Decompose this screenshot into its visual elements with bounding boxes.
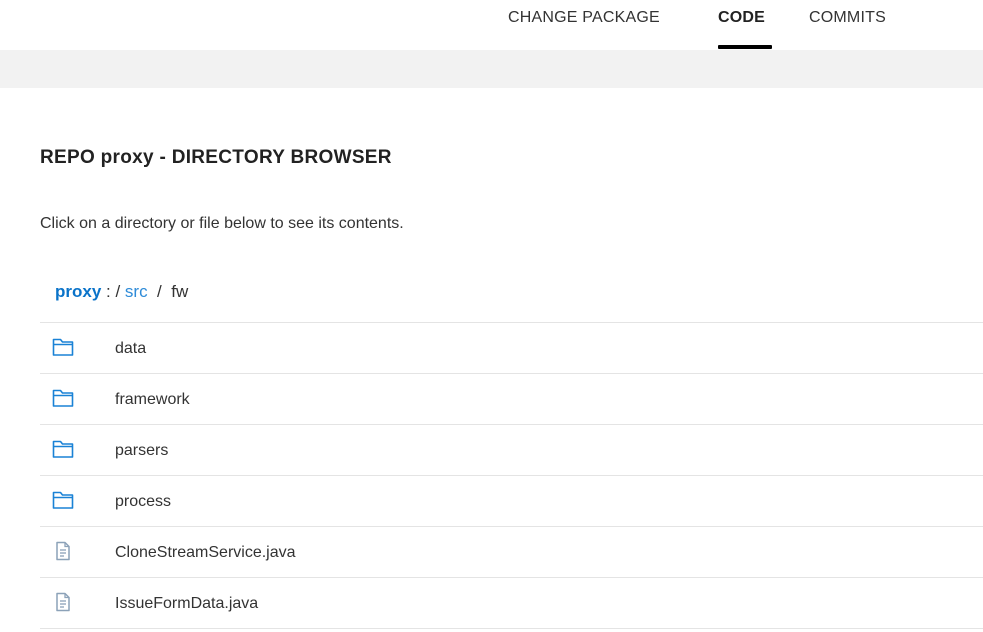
title-suffix: - DIRECTORY BROWSER [159,147,392,168]
entry-name: CloneStreamService.java [115,544,296,561]
folder-row-process[interactable]: process [40,476,983,527]
page: CHANGE PACKAGE CODE COMMITS REPO proxy -… [0,0,983,632]
folder-icon [52,490,74,510]
folder-icon [52,337,74,357]
tab-label: CHANGE PACKAGE [508,9,660,26]
breadcrumb-root-link[interactable]: proxy [55,282,101,302]
breadcrumb-root-separator: : / [101,282,125,301]
entry-name: process [115,493,172,510]
entry-name: parsers [115,442,169,459]
top-tab-bar: CHANGE PACKAGE CODE COMMITS [0,0,983,50]
page-title: REPO proxy - DIRECTORY BROWSER [40,147,392,169]
repo-name: proxy [100,147,154,168]
breadcrumb-current: fw [171,282,189,301]
breadcrumb-link-src[interactable]: src [125,282,148,302]
folder-row-parsers[interactable]: parsers [40,425,983,476]
active-tab-underline [718,45,772,49]
tab-change-package[interactable]: CHANGE PACKAGE [508,9,660,49]
entry-name: framework [115,391,190,408]
entry-name: IssueFormData.java [115,595,259,612]
tab-commits[interactable]: COMMITS [809,9,886,49]
entry-name: data [115,340,147,357]
folder-icon [52,439,74,459]
folder-icon [52,388,74,408]
tab-label: COMMITS [809,9,886,26]
breadcrumb-separator: / [147,282,172,301]
folder-row-framework[interactable]: framework [40,374,983,425]
toolbar-band [0,50,983,88]
file-icon [52,541,74,561]
instruction-text: Click on a directory or file below to se… [40,215,404,232]
folder-row-data[interactable]: data [40,323,983,374]
directory-listing: data framework parsers process CloneStre… [40,322,983,629]
file-row-clonestreamservice[interactable]: CloneStreamService.java [40,527,983,578]
title-prefix: REPO [40,147,96,168]
breadcrumb: proxy : / src / fw [55,282,188,302]
tab-code[interactable]: CODE [718,9,772,49]
file-row-issueformdata[interactable]: IssueFormData.java [40,578,983,629]
file-icon [52,592,74,612]
tab-label: CODE [718,9,766,26]
